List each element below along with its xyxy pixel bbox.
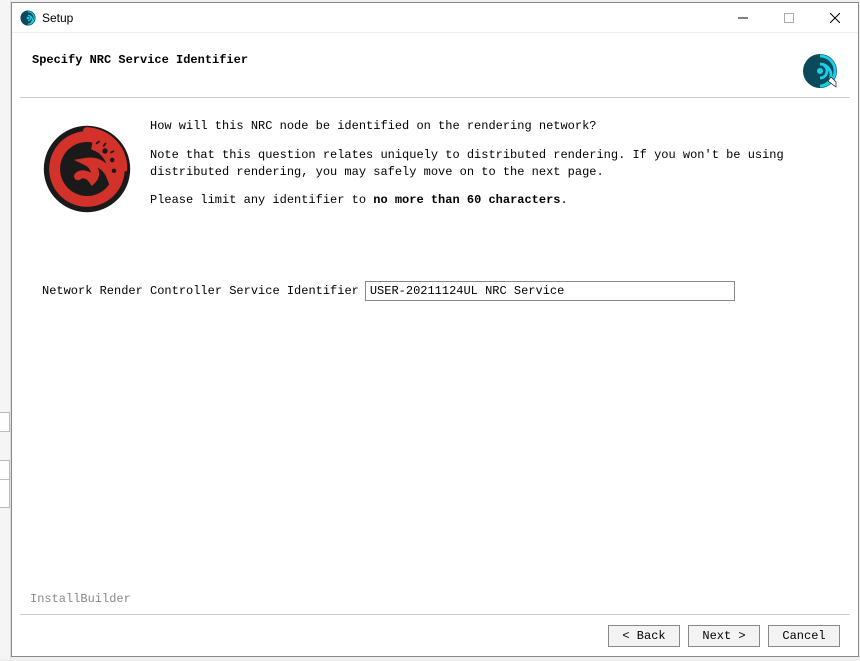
background-edge <box>0 0 11 659</box>
page-title: Specify NRC Service Identifier <box>32 53 802 67</box>
window-controls <box>720 3 858 32</box>
back-button[interactable]: < Back <box>608 625 680 647</box>
footer-brand: InstallBuilder <box>30 592 131 606</box>
edge-fragment <box>0 480 10 508</box>
intro-question: How will this NRC node be identified on … <box>150 118 843 135</box>
maximize-button <box>766 3 812 33</box>
app-icon <box>20 10 36 26</box>
product-art-icon <box>42 124 132 214</box>
intro-limit: Please limit any identifier to no more t… <box>150 192 843 209</box>
intro-note: Note that this question relates uniquely… <box>150 147 843 181</box>
edge-fragment <box>0 412 10 432</box>
minimize-icon <box>738 13 748 23</box>
maximize-icon <box>784 13 794 23</box>
product-logo-icon <box>802 53 838 89</box>
close-button[interactable] <box>812 3 858 33</box>
minimize-button[interactable] <box>720 3 766 33</box>
setup-window: Setup Specify NRC Service Identifier <box>11 2 859 657</box>
content-area: How will this NRC node be identified on … <box>12 98 858 614</box>
footer-buttons: < Back Next > Cancel <box>20 614 850 656</box>
intro-limit-pre: Please limit any identifier to <box>150 193 373 207</box>
intro-limit-post: . <box>560 193 567 207</box>
intro-limit-bold: no more than 60 characters <box>373 193 560 207</box>
intro-row: How will this NRC node be identified on … <box>42 118 843 221</box>
intro-text: How will this NRC node be identified on … <box>150 118 843 221</box>
page-header: Specify NRC Service Identifier <box>12 33 858 97</box>
identifier-label: Network Render Controller Service Identi… <box>42 284 359 298</box>
identifier-input[interactable] <box>365 281 735 301</box>
cancel-button[interactable]: Cancel <box>768 625 840 647</box>
titlebar: Setup <box>12 3 858 33</box>
window-title: Setup <box>42 11 720 25</box>
close-icon <box>830 13 840 23</box>
identifier-field-row: Network Render Controller Service Identi… <box>42 281 843 301</box>
next-button[interactable]: Next > <box>688 625 760 647</box>
edge-fragment <box>0 460 10 480</box>
